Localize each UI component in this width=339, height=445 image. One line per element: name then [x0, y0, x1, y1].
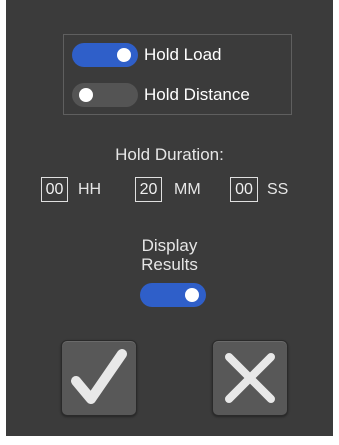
hold-load-toggle[interactable]	[72, 43, 138, 67]
display-results-line1: Display	[141, 236, 198, 255]
toggle-knob	[185, 288, 199, 302]
toggle-knob	[79, 88, 93, 102]
hold-distance-row[interactable]: Hold Distance	[72, 83, 250, 107]
hours-input[interactable]: 00	[41, 177, 68, 202]
display-results-line2: Results	[141, 255, 198, 274]
hold-load-label: Hold Load	[144, 45, 222, 64]
display-results-toggle[interactable]	[140, 283, 206, 307]
minutes-input[interactable]: 20	[135, 177, 162, 202]
hold-load-row[interactable]: Hold Load	[72, 43, 222, 67]
seconds-input[interactable]: 00	[230, 177, 258, 202]
hold-mode-group: Hold Load Hold Distance	[63, 34, 292, 115]
seconds-unit: SS	[267, 181, 289, 198]
toggle-knob	[117, 48, 131, 62]
display-results-label: Display Results	[6, 236, 333, 274]
hold-settings-dialog: Hold Load Hold Distance Hold Duration: 0…	[6, 0, 333, 436]
cancel-button[interactable]	[212, 340, 288, 416]
hold-duration-title: Hold Duration:	[115, 145, 224, 164]
hold-distance-toggle[interactable]	[72, 83, 138, 107]
close-icon	[225, 353, 275, 403]
confirm-button[interactable]	[61, 340, 137, 416]
check-icon	[71, 349, 127, 404]
minutes-unit: MM	[174, 181, 201, 198]
hours-unit: HH	[78, 181, 102, 198]
hold-distance-label: Hold Distance	[144, 85, 250, 104]
